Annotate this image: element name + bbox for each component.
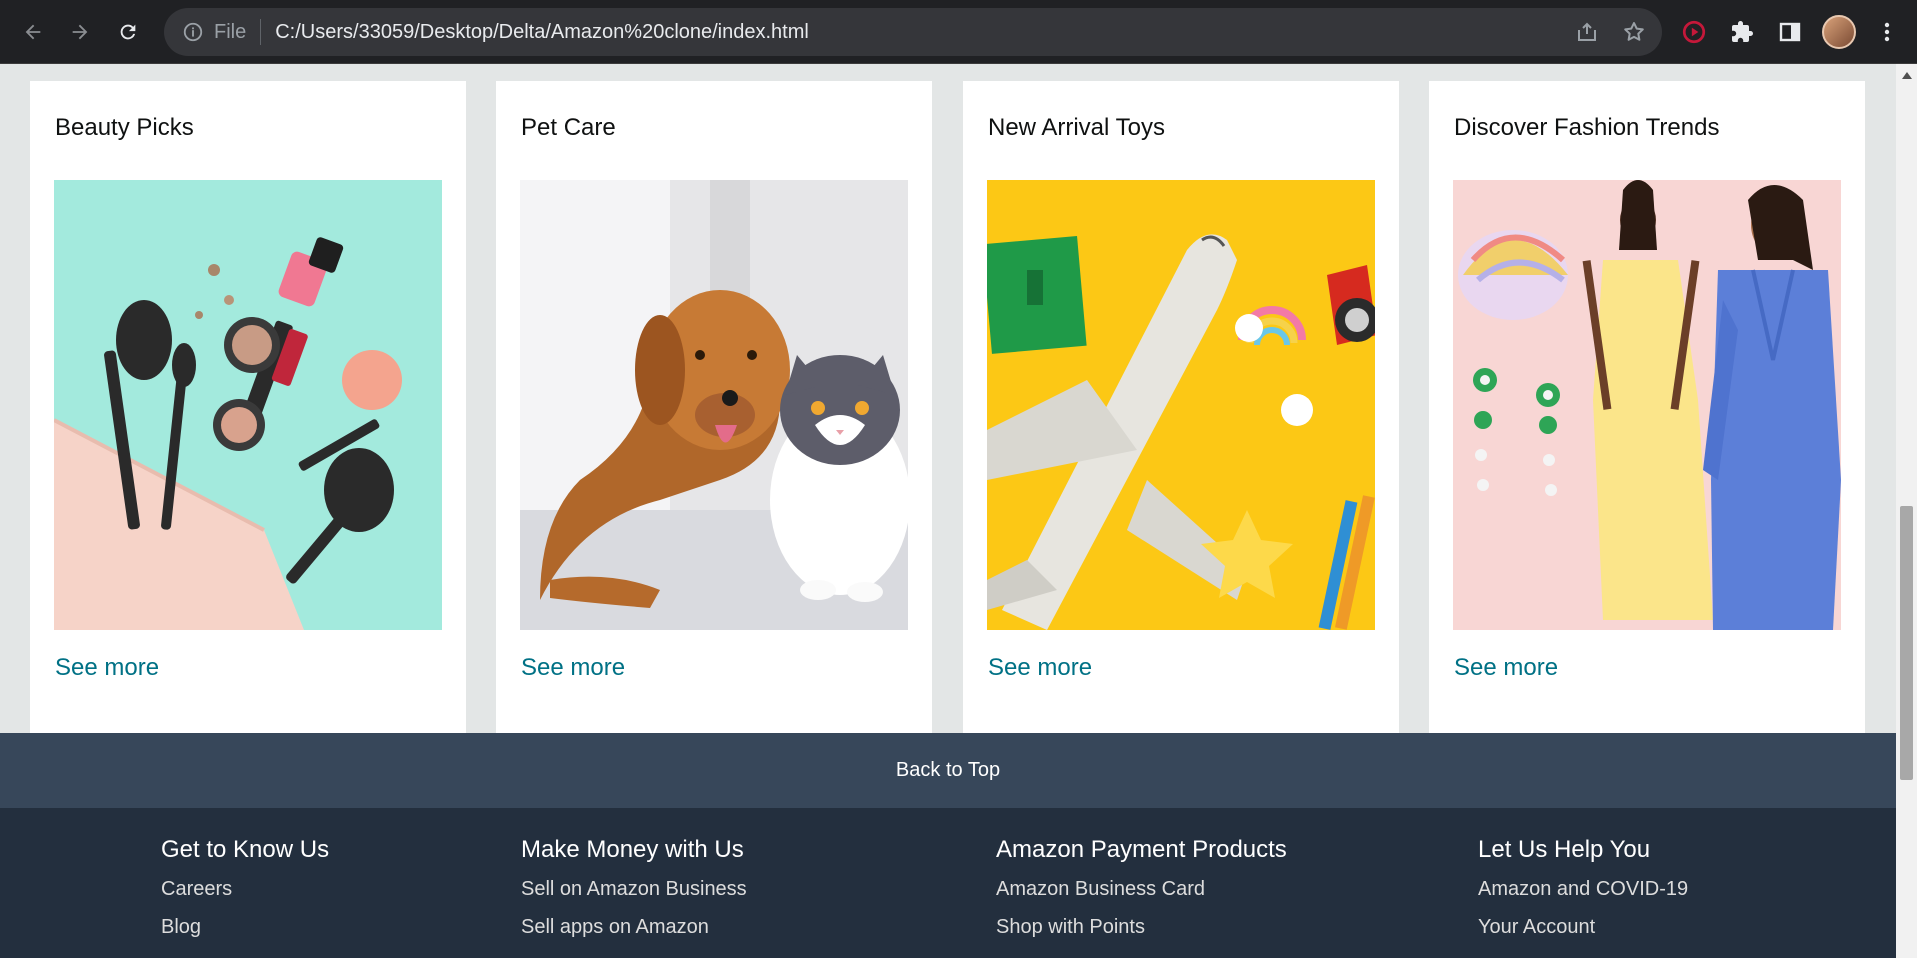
footer-heading: Make Money with Us <box>521 836 744 863</box>
card-pet-care: Pet Care See more <box>496 81 932 750</box>
site-info[interactable]: File <box>182 21 246 44</box>
card-title: Discover Fashion Trends <box>1454 114 1720 141</box>
reload-button[interactable] <box>111 15 145 49</box>
footer-link-careers[interactable]: Careers <box>161 878 329 901</box>
star-icon <box>1624 22 1644 41</box>
footer-link-business-card[interactable]: Amazon Business Card <box>996 878 1287 901</box>
footer-link-covid[interactable]: Amazon and COVID-19 <box>1478 878 1688 901</box>
footer-link-blog[interactable]: Blog <box>161 916 329 939</box>
see-more-link[interactable]: See more <box>521 654 625 682</box>
info-icon <box>183 22 203 42</box>
page-content: Beauty Picks See more Pet Care See more … <box>0 64 1896 958</box>
reload-icon <box>120 24 136 40</box>
footer-link-shop-with-points[interactable]: Shop with Points <box>996 916 1287 939</box>
footer-column-help: Let Us Help You Amazon and COVID-19 Your… <box>1478 836 1688 939</box>
share-button[interactable] <box>1569 14 1605 50</box>
see-more-link[interactable]: See more <box>55 654 159 682</box>
page-scrollbar[interactable] <box>1896 64 1917 958</box>
scroll-up-arrow-icon[interactable] <box>1902 72 1912 79</box>
card-beauty-picks: Beauty Picks See more <box>30 81 466 750</box>
footer-link-sell-on-amazon-business[interactable]: Sell on Amazon Business <box>521 878 747 901</box>
back-button[interactable] <box>16 15 50 49</box>
menu-icon <box>1884 22 1890 42</box>
card-new-arrival-toys: New Arrival Toys See more <box>963 81 1399 750</box>
footer-heading: Amazon Payment Products <box>996 836 1287 863</box>
footer-heading: Let Us Help You <box>1478 836 1651 863</box>
side-panel-icon <box>1779 22 1801 42</box>
beauty-products-image[interactable] <box>54 180 442 630</box>
footer-column-get-to-know-us: Get to Know Us Careers Blog <box>161 836 329 939</box>
forward-icon <box>72 24 88 40</box>
footer-link-sell-apps[interactable]: Sell apps on Amazon <box>521 916 747 939</box>
fashion-models-image[interactable] <box>1453 180 1841 630</box>
footer-column-make-money: Make Money with Us Sell on Amazon Busine… <box>521 836 747 939</box>
dog-and-cat-image[interactable] <box>520 180 908 630</box>
footer: Get to Know Us Careers Blog Make Money w… <box>0 808 1896 958</box>
scrollbar-thumb[interactable] <box>1900 506 1913 780</box>
back-to-top-button[interactable]: Back to Top <box>0 733 1896 808</box>
see-more-link[interactable]: See more <box>988 654 1092 682</box>
card-title: Beauty Picks <box>55 114 194 141</box>
footer-link-your-account[interactable]: Your Account <box>1478 916 1688 939</box>
toy-airplane-image[interactable] <box>987 180 1375 630</box>
side-panel-button[interactable] <box>1772 14 1808 50</box>
back-icon <box>25 24 41 40</box>
card-title: New Arrival Toys <box>988 114 1165 141</box>
browser-toolbar: File C:/Users/33059/Desktop/Delta/Amazon… <box>0 0 1917 64</box>
record-icon <box>1682 20 1706 44</box>
card-title: Pet Care <box>521 114 616 141</box>
avatar[interactable] <box>1822 15 1856 49</box>
see-more-link[interactable]: See more <box>1454 654 1558 682</box>
menu-button[interactable] <box>1869 14 1905 50</box>
footer-column-payment-products: Amazon Payment Products Amazon Business … <box>996 836 1287 939</box>
footer-heading: Get to Know Us <box>161 836 330 863</box>
url-text[interactable]: C:/Users/33059/Desktop/Delta/Amazon%20cl… <box>275 21 809 44</box>
divider <box>260 19 262 45</box>
extensions-icon <box>1732 21 1753 42</box>
address-bar[interactable]: File C:/Users/33059/Desktop/Delta/Amazon… <box>164 8 1662 56</box>
record-extension-button[interactable] <box>1676 14 1712 50</box>
bookmark-button[interactable] <box>1616 14 1652 50</box>
card-discover-fashion-trends: Discover Fashion Trends See more <box>1429 81 1865 750</box>
share-icon <box>1578 22 1596 41</box>
forward-button[interactable] <box>63 15 97 49</box>
extensions-button[interactable] <box>1724 14 1760 50</box>
scheme-label: File <box>214 20 247 43</box>
